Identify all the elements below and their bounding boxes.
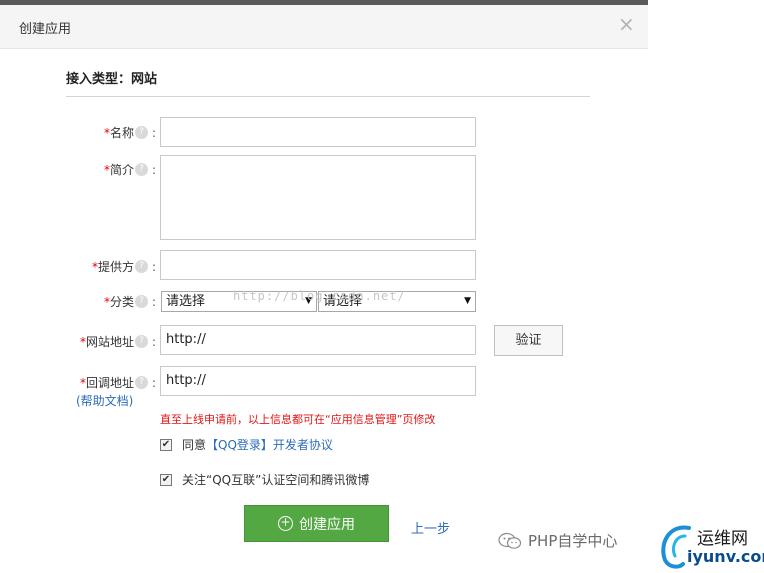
intro-label: * 简介?: [104, 161, 156, 178]
question-circle-icon[interactable]: ? [135, 376, 149, 389]
site-url-input[interactable]: http:// [160, 325, 476, 355]
logo-chinese: 运维网 [697, 529, 748, 549]
question-circle-icon[interactable]: ? [135, 335, 149, 348]
agree-checkbox[interactable]: ✔ [160, 438, 172, 451]
question-circle-icon[interactable]: ? [135, 260, 149, 273]
dialog-title: 创建应用 [19, 22, 72, 37]
question-circle-icon[interactable]: ? [135, 295, 149, 308]
php-watermark-text: PHP自学中心 [528, 532, 618, 550]
help-doc-link[interactable]: (帮助文档) [76, 392, 133, 409]
follow-checkbox[interactable]: ✔ [160, 473, 172, 486]
provider-label: * 提供方?: [92, 258, 156, 275]
colon: : [152, 334, 157, 349]
access-type-heading: 接入类型：网站 [66, 72, 158, 87]
agree-row: ✔ 同意 【QQ登录】开发者协议 [160, 436, 333, 453]
name-label-text: 名称 [110, 126, 135, 140]
category-select-primary[interactable]: 请选择 ▼ [161, 291, 317, 312]
category-select-secondary[interactable]: 请选择 ▼ [318, 291, 476, 312]
verify-button[interactable]: 验证 [494, 325, 563, 356]
provider-label-text: 提供方 [98, 260, 135, 274]
colon: : [152, 375, 157, 390]
callback-url-label-text: 回调地址 [86, 376, 135, 390]
agree-prefix: 同意 [182, 438, 207, 452]
category-label-text: 分类 [110, 295, 135, 309]
wechat-icon [498, 532, 522, 549]
create-app-label: 创建应用 [299, 516, 355, 533]
iyunv-logo: 运维网 iyunv.com [659, 522, 764, 570]
colon: : [152, 125, 157, 140]
close-icon[interactable]: × [618, 14, 635, 34]
follow-text: 关注“QQ互联”认证空间和腾讯微博 [182, 473, 370, 487]
edit-notice: 直至上线申请前，以上信息都可在“应用信息管理”页修改 [160, 413, 436, 426]
divider [66, 96, 590, 97]
colon: : [152, 294, 157, 309]
site-url-label-text: 网站地址 [86, 335, 135, 349]
previous-step-link[interactable]: 上一步 [411, 518, 450, 537]
logo-domain: iyunv.com [687, 547, 764, 566]
name-input[interactable] [160, 117, 476, 147]
create-app-button[interactable]: + 创建应用 [244, 505, 389, 542]
callback-url-input[interactable]: http:// [160, 366, 476, 396]
intro-textarea[interactable] [160, 155, 476, 240]
plus-circle-icon: + [278, 516, 293, 531]
callback-url-label: * 回调地址?: [80, 374, 156, 391]
dialog-header: 创建应用 × [0, 5, 648, 49]
intro-label-text: 简介 [110, 163, 135, 177]
question-circle-icon[interactable]: ? [135, 163, 149, 176]
provider-input[interactable] [160, 250, 476, 280]
category-label: * 分类?: [104, 293, 156, 310]
colon: : [152, 162, 157, 177]
category-select-secondary-value: 请选择 [323, 294, 363, 309]
name-label: * 名称?: [104, 124, 156, 141]
caret-down-icon: ▼ [464, 296, 471, 306]
php-watermark: PHP自学中心 [498, 530, 617, 551]
caret-down-icon: ▼ [305, 296, 312, 306]
developer-agreement-link[interactable]: 【QQ登录】开发者协议 [206, 436, 333, 453]
follow-row: ✔ 关注“QQ互联”认证空间和腾讯微博 [160, 471, 369, 488]
site-url-label: * 网站地址?: [80, 333, 156, 350]
colon: : [152, 259, 157, 274]
category-select-primary-value: 请选择 [166, 294, 206, 309]
question-circle-icon[interactable]: ? [135, 126, 149, 139]
